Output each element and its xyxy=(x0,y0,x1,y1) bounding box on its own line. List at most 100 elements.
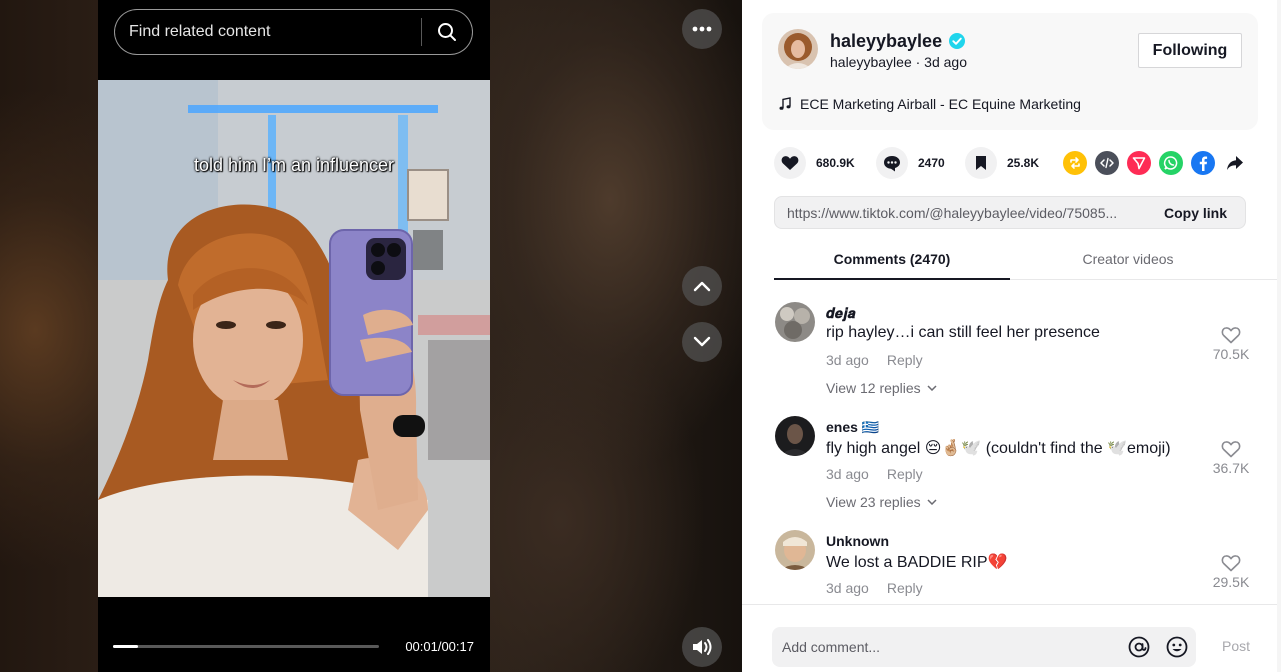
save-button[interactable] xyxy=(965,147,997,179)
commenter-avatar[interactable] xyxy=(775,302,815,342)
comment-input[interactable] xyxy=(772,639,1120,655)
chevron-up-icon xyxy=(693,281,711,292)
mention-button[interactable] xyxy=(1120,627,1158,667)
comment-count: 2470 xyxy=(918,156,945,170)
tab-comments[interactable]: Comments (2470) xyxy=(774,240,1010,280)
embed-button[interactable] xyxy=(1095,151,1119,175)
comment-like-count: 29.5K xyxy=(1212,574,1250,590)
search-icon xyxy=(438,23,456,41)
volume-icon xyxy=(693,639,712,655)
commenter-avatar[interactable] xyxy=(775,530,815,570)
more-icon xyxy=(692,26,712,32)
author-subtitle: haleyybaylee · 3d ago xyxy=(830,54,967,70)
comment-input-wrap xyxy=(772,627,1196,667)
heart-outline-icon[interactable] xyxy=(1221,554,1241,572)
comment-composer: Post xyxy=(742,604,1281,672)
music-row[interactable]: ECE Marketing Airball - EC Equine Market… xyxy=(778,96,1081,112)
reply-button[interactable]: Reply xyxy=(887,466,923,482)
post-button[interactable]: Post xyxy=(1222,638,1250,654)
more-share-button[interactable] xyxy=(1223,151,1247,175)
bookmark-icon xyxy=(976,156,986,170)
search-button[interactable] xyxy=(422,10,472,54)
comment-button[interactable] xyxy=(876,147,908,179)
share-arrow-icon xyxy=(1227,156,1243,170)
comment-like: 29.5K xyxy=(1211,554,1251,590)
author-name[interactable]: haleyybaylee xyxy=(830,31,942,52)
next-video-button[interactable] xyxy=(682,322,722,362)
progress-fill xyxy=(113,645,139,648)
whatsapp-share-button[interactable] xyxy=(1159,151,1183,175)
tab-creator-videos[interactable]: Creator videos xyxy=(1010,240,1246,279)
author-card: haleyybaylee haleyybaylee · 3d ago Follo… xyxy=(762,13,1258,130)
commenter-avatar-image xyxy=(775,530,815,570)
chevron-down-icon xyxy=(693,336,711,347)
chevron-down-icon xyxy=(927,385,937,391)
volume-button[interactable] xyxy=(682,627,722,667)
search-box xyxy=(114,9,473,55)
comment-meta: 3d ago Reply xyxy=(826,466,923,482)
comment-like: 70.5K xyxy=(1211,326,1251,362)
heart-outline-icon[interactable] xyxy=(1221,326,1241,344)
comment-like: 36.7K xyxy=(1211,440,1251,476)
comment-list: 𝒅𝒆𝒋𝒂 rip hayley…i can still feel her pre… xyxy=(742,280,1281,604)
emoji-icon xyxy=(1166,636,1188,658)
view-replies-label: View 12 replies xyxy=(826,380,921,396)
heart-icon xyxy=(781,156,799,170)
comment-time: 3d ago xyxy=(826,352,869,368)
comment-time: 3d ago xyxy=(826,580,869,596)
comment-text: rip hayley…i can still feel her presence xyxy=(826,324,1100,341)
like-action: 680.9K xyxy=(774,147,855,179)
repost-button[interactable] xyxy=(1063,151,1087,175)
comment-username[interactable]: enes 🇬🇷 xyxy=(826,419,879,436)
commenter-avatar[interactable] xyxy=(775,416,815,456)
video-frame[interactable]: told him I’m an influencer xyxy=(98,80,490,597)
heart-outline-icon[interactable] xyxy=(1221,440,1241,458)
comment-meta: 3d ago Reply xyxy=(826,580,923,596)
view-replies-button[interactable]: View 12 replies xyxy=(826,380,937,396)
author-avatar-image xyxy=(778,29,818,69)
following-button[interactable]: Following xyxy=(1138,33,1242,68)
embed-icon xyxy=(1100,157,1114,169)
like-button[interactable] xyxy=(774,147,806,179)
video-time: 00:01/00:17 xyxy=(405,639,474,654)
progress-bar[interactable] xyxy=(113,645,379,648)
view-replies-label: View 23 replies xyxy=(826,494,921,510)
comment-like-count: 36.7K xyxy=(1212,460,1250,476)
comment-meta: 3d ago Reply xyxy=(826,352,923,368)
verified-badge-icon xyxy=(949,33,965,49)
view-replies-button[interactable]: View 23 replies xyxy=(826,494,937,510)
scrollbar[interactable] xyxy=(1277,0,1281,672)
video-link-box: https://www.tiktok.com/@haleyybaylee/vid… xyxy=(774,196,1246,229)
comment-bubble-icon xyxy=(884,155,900,171)
send-to-friends-button[interactable] xyxy=(1127,151,1151,175)
whatsapp-icon xyxy=(1163,156,1178,170)
comment-username[interactable]: 𝒅𝒆𝒋𝒂 xyxy=(826,305,855,322)
facebook-share-button[interactable] xyxy=(1191,151,1215,175)
comment-username[interactable]: Unknown xyxy=(826,533,889,549)
facebook-icon xyxy=(1199,156,1208,171)
author-avatar[interactable] xyxy=(778,29,818,69)
comment-text: fly high angel 😔🤞🏼🕊️ (couldn't find the … xyxy=(826,440,1171,457)
panel-tabs: Comments (2470) Creator videos xyxy=(774,240,1281,280)
like-count: 680.9K xyxy=(816,156,855,170)
emoji-button[interactable] xyxy=(1158,627,1196,667)
reply-button[interactable]: Reply xyxy=(887,580,923,596)
commenter-avatar-image xyxy=(775,302,815,342)
copy-link-button[interactable]: Copy link xyxy=(1146,205,1245,221)
music-note-icon xyxy=(779,97,791,110)
at-mention-icon xyxy=(1128,636,1150,658)
video-player[interactable]: told him I’m an influencer 00:01/00:17 xyxy=(98,0,490,672)
chevron-down-icon xyxy=(927,499,937,505)
more-options-button[interactable] xyxy=(682,9,722,49)
comment-text: We lost a BADDIE RIP💔 xyxy=(826,554,1008,571)
repost-icon xyxy=(1070,157,1080,169)
previous-video-button[interactable] xyxy=(682,266,722,306)
reply-button[interactable]: Reply xyxy=(887,352,923,368)
video-link-url[interactable]: https://www.tiktok.com/@haleyybaylee/vid… xyxy=(775,205,1146,221)
commenter-avatar-image xyxy=(775,416,815,456)
comment-action: 2470 xyxy=(876,147,945,179)
send-icon xyxy=(1132,157,1146,170)
search-input[interactable] xyxy=(115,23,421,41)
comment-like-count: 70.5K xyxy=(1212,346,1250,362)
music-title: ECE Marketing Airball - EC Equine Market… xyxy=(800,96,1081,112)
